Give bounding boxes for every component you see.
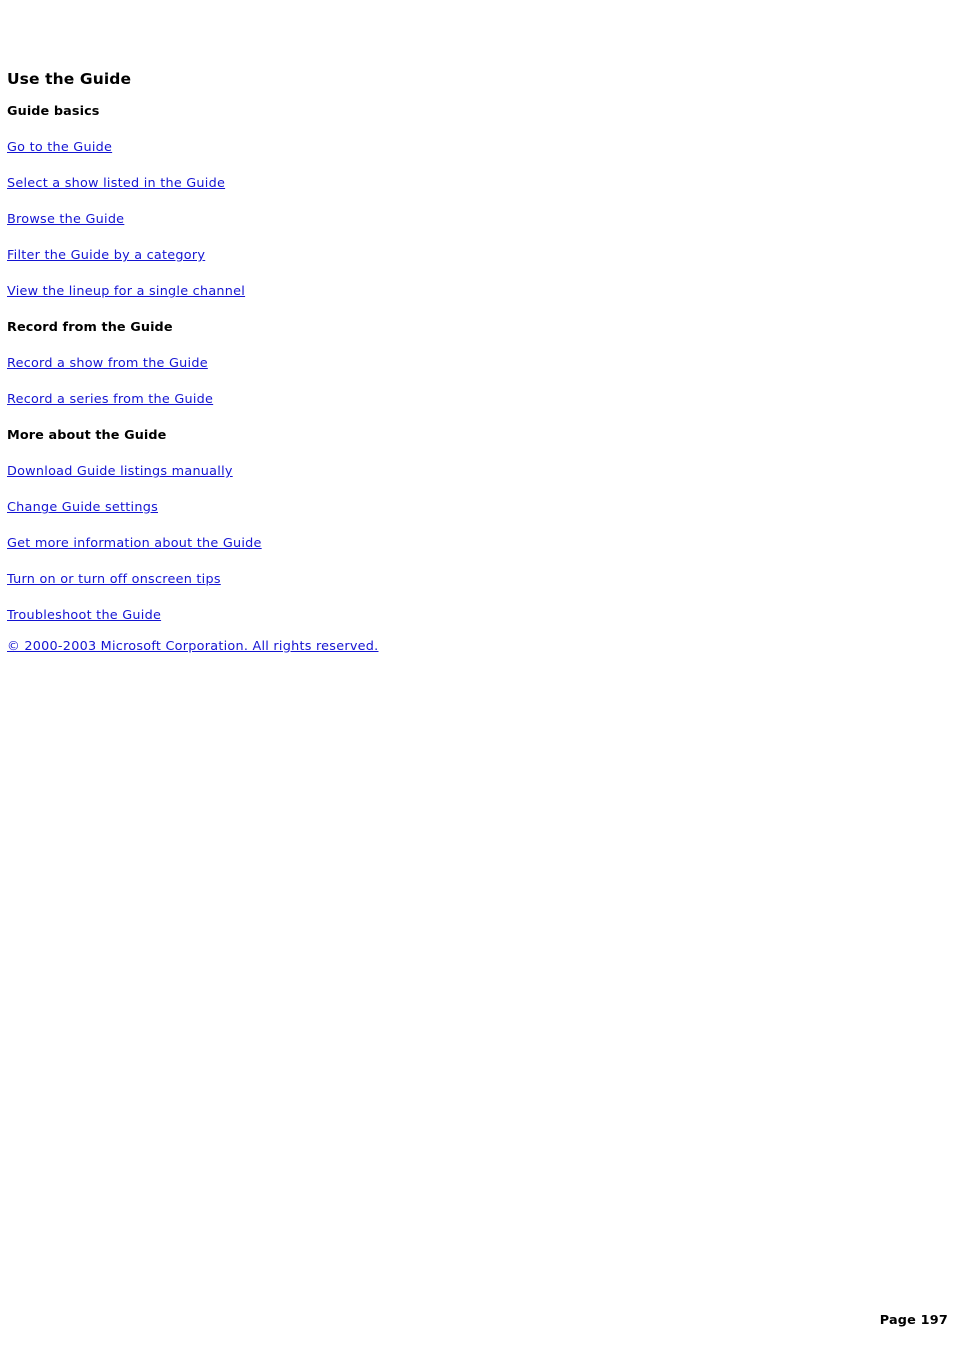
link-get-more-information-about-the-guide[interactable]: Get more information about the Guide (7, 536, 262, 551)
link-row: Turn on or turn off onscreen tips (7, 572, 907, 608)
section-heading-guide-basics: Guide basics (7, 104, 100, 119)
link-row: Get more information about the Guide (7, 536, 907, 572)
link-row: Download Guide listings manually (7, 464, 907, 500)
link-row: Go to the Guide (7, 140, 907, 176)
copyright-link[interactable]: © 2000-2003 Microsoft Corporation. All r… (7, 639, 379, 654)
link-row: Record a series from the Guide (7, 392, 907, 428)
link-row: Filter the Guide by a category (7, 248, 907, 284)
link-row: Troubleshoot the Guide (7, 608, 907, 639)
link-row: Browse the Guide (7, 212, 907, 248)
copyright-row: © 2000-2003 Microsoft Corporation. All r… (7, 639, 907, 655)
section-heading-block: More about the Guide (7, 428, 907, 464)
page-title: Use the Guide (7, 70, 132, 88)
link-browse-the-guide[interactable]: Browse the Guide (7, 212, 124, 227)
section-heading-record-from-the-guide: Record from the Guide (7, 320, 173, 335)
link-select-a-show-listed-in-the-guide[interactable]: Select a show listed in the Guide (7, 176, 225, 191)
section-heading-block: Record from the Guide (7, 320, 907, 356)
link-change-guide-settings[interactable]: Change Guide settings (7, 500, 158, 515)
link-download-guide-listings-manually[interactable]: Download Guide listings manually (7, 464, 233, 479)
link-filter-the-guide-by-a-category[interactable]: Filter the Guide by a category (7, 248, 205, 263)
page-title-block: Use the Guide (7, 70, 907, 104)
link-row: Select a show listed in the Guide (7, 176, 907, 212)
link-go-to-the-guide[interactable]: Go to the Guide (7, 140, 112, 155)
link-turn-on-or-turn-off-onscreen-tips[interactable]: Turn on or turn off onscreen tips (7, 572, 221, 587)
document-page: Use the Guide Guide basics Go to the Gui… (0, 0, 954, 1351)
link-view-the-lineup-for-a-single-channel[interactable]: View the lineup for a single channel (7, 284, 245, 299)
link-record-a-show-from-the-guide[interactable]: Record a show from the Guide (7, 356, 208, 371)
section-heading-block: Guide basics (7, 104, 907, 140)
link-row: Record a show from the Guide (7, 356, 907, 392)
section-heading-more-about-the-guide: More about the Guide (7, 428, 167, 443)
link-row: Change Guide settings (7, 500, 907, 536)
link-troubleshoot-the-guide[interactable]: Troubleshoot the Guide (7, 608, 161, 623)
link-row: View the lineup for a single channel (7, 284, 907, 320)
page-number: Page 197 (879, 1313, 948, 1328)
link-record-a-series-from-the-guide[interactable]: Record a series from the Guide (7, 392, 213, 407)
document-content: Use the Guide Guide basics Go to the Gui… (7, 70, 907, 655)
